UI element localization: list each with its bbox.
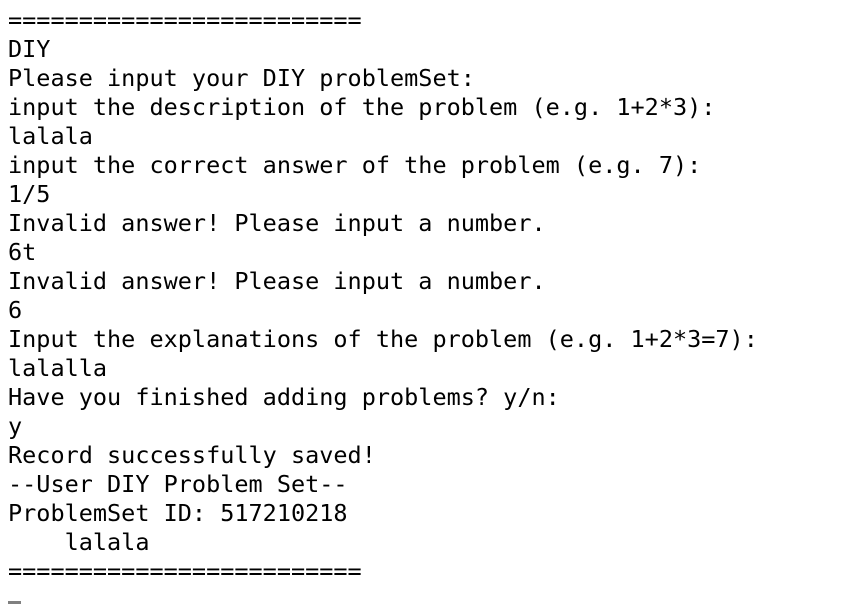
input-finished-line: y bbox=[8, 412, 23, 440]
terminal-output-area[interactable]: ========================= DIY Please inp… bbox=[0, 0, 846, 604]
separator-line-bottom: ========================= bbox=[8, 557, 362, 585]
prompt-explanations-line: Input the explanations of the problem (e… bbox=[8, 325, 758, 353]
prompt-description-line: input the description of the problem (e.… bbox=[8, 93, 716, 121]
prompt-problem-set-line: Please input your DIY problemSet: bbox=[8, 64, 475, 92]
error-invalid-answer-line-2: Invalid answer! Please input a number. bbox=[8, 267, 546, 295]
problem-set-header-line: --User DIY Problem Set-- bbox=[8, 470, 348, 498]
record-saved-line: Record successfully saved! bbox=[8, 441, 376, 469]
text-cursor-icon bbox=[8, 601, 21, 604]
input-description-line: lalala bbox=[8, 122, 93, 150]
input-answer-attempt-2-line: 6t bbox=[8, 238, 37, 266]
input-explanation-line: lalalla bbox=[8, 354, 108, 382]
prompt-finished-line: Have you finished adding problems? y/n: bbox=[8, 383, 560, 411]
problem-set-id-line: ProblemSet ID: 517210218 bbox=[8, 499, 348, 527]
prompt-correct-answer-line: input the correct answer of the problem … bbox=[8, 151, 702, 179]
problem-set-item-line: lalala bbox=[8, 528, 150, 556]
cursor-line[interactable] bbox=[8, 586, 846, 615]
input-answer-attempt-1-line: 1/5 bbox=[8, 180, 51, 208]
program-name-line: DIY bbox=[8, 35, 51, 63]
error-invalid-answer-line-1: Invalid answer! Please input a number. bbox=[8, 209, 546, 237]
input-answer-accepted-line: 6 bbox=[8, 296, 23, 324]
separator-line-top: ========================= bbox=[8, 6, 362, 34]
